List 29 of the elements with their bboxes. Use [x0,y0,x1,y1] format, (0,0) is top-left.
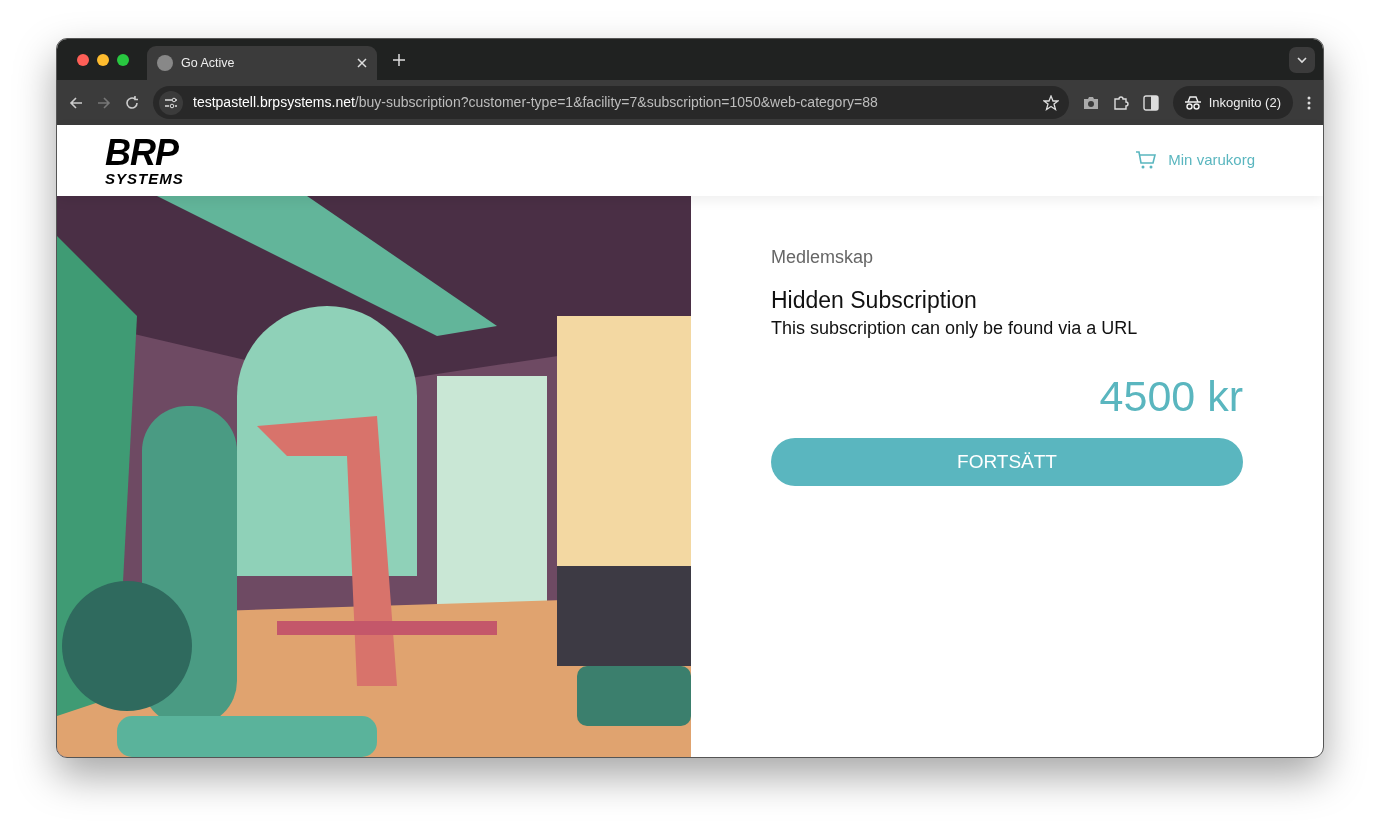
url-host: testpastell.brpsystems.net [193,94,355,111]
incognito-button[interactable]: Inkognito (2) [1172,86,1293,120]
category-label: Medlemskap [771,246,875,269]
minimize-window-button[interactable] [97,53,109,66]
menu-icon[interactable] [1307,95,1311,110]
close-window-button[interactable] [77,53,89,66]
camera-icon[interactable] [1082,95,1099,110]
logo-subtitle: SYSTEMS [105,170,184,186]
subscription-description: This subscription can only be found via a URL [771,316,1139,340]
incognito-icon [1184,95,1201,110]
back-icon[interactable] [69,95,83,110]
url-path: /buy-subscription?customer-type=1&facility=7&subscription=1050&web-category=88 [354,94,878,111]
logo-text: BRP [105,134,180,171]
subscription-title: Hidden Subscription [771,287,978,315]
star-icon[interactable] [1042,94,1059,111]
puzzle-icon[interactable] [1112,94,1129,111]
close-icon[interactable] [357,58,367,69]
address-bar[interactable]: testpastell.brpsystems.net/buy-subscription?customer-type=1&facility=7&subscription=1050&web-category=88 [153,86,1069,120]
price: 4500 kr [1099,371,1243,420]
tab-search-icon[interactable] [1289,46,1315,73]
forward-icon[interactable] [97,95,111,110]
cart-icon [1136,151,1157,170]
browser-tab[interactable]: Go Active [147,46,377,81]
new-tab-icon[interactable] [393,53,405,66]
sidebar-icon[interactable] [1142,94,1159,111]
site-settings-icon[interactable] [159,90,183,115]
maximize-window-button[interactable] [117,53,129,66]
favicon-icon [157,55,173,72]
reload-icon[interactable] [125,95,139,110]
